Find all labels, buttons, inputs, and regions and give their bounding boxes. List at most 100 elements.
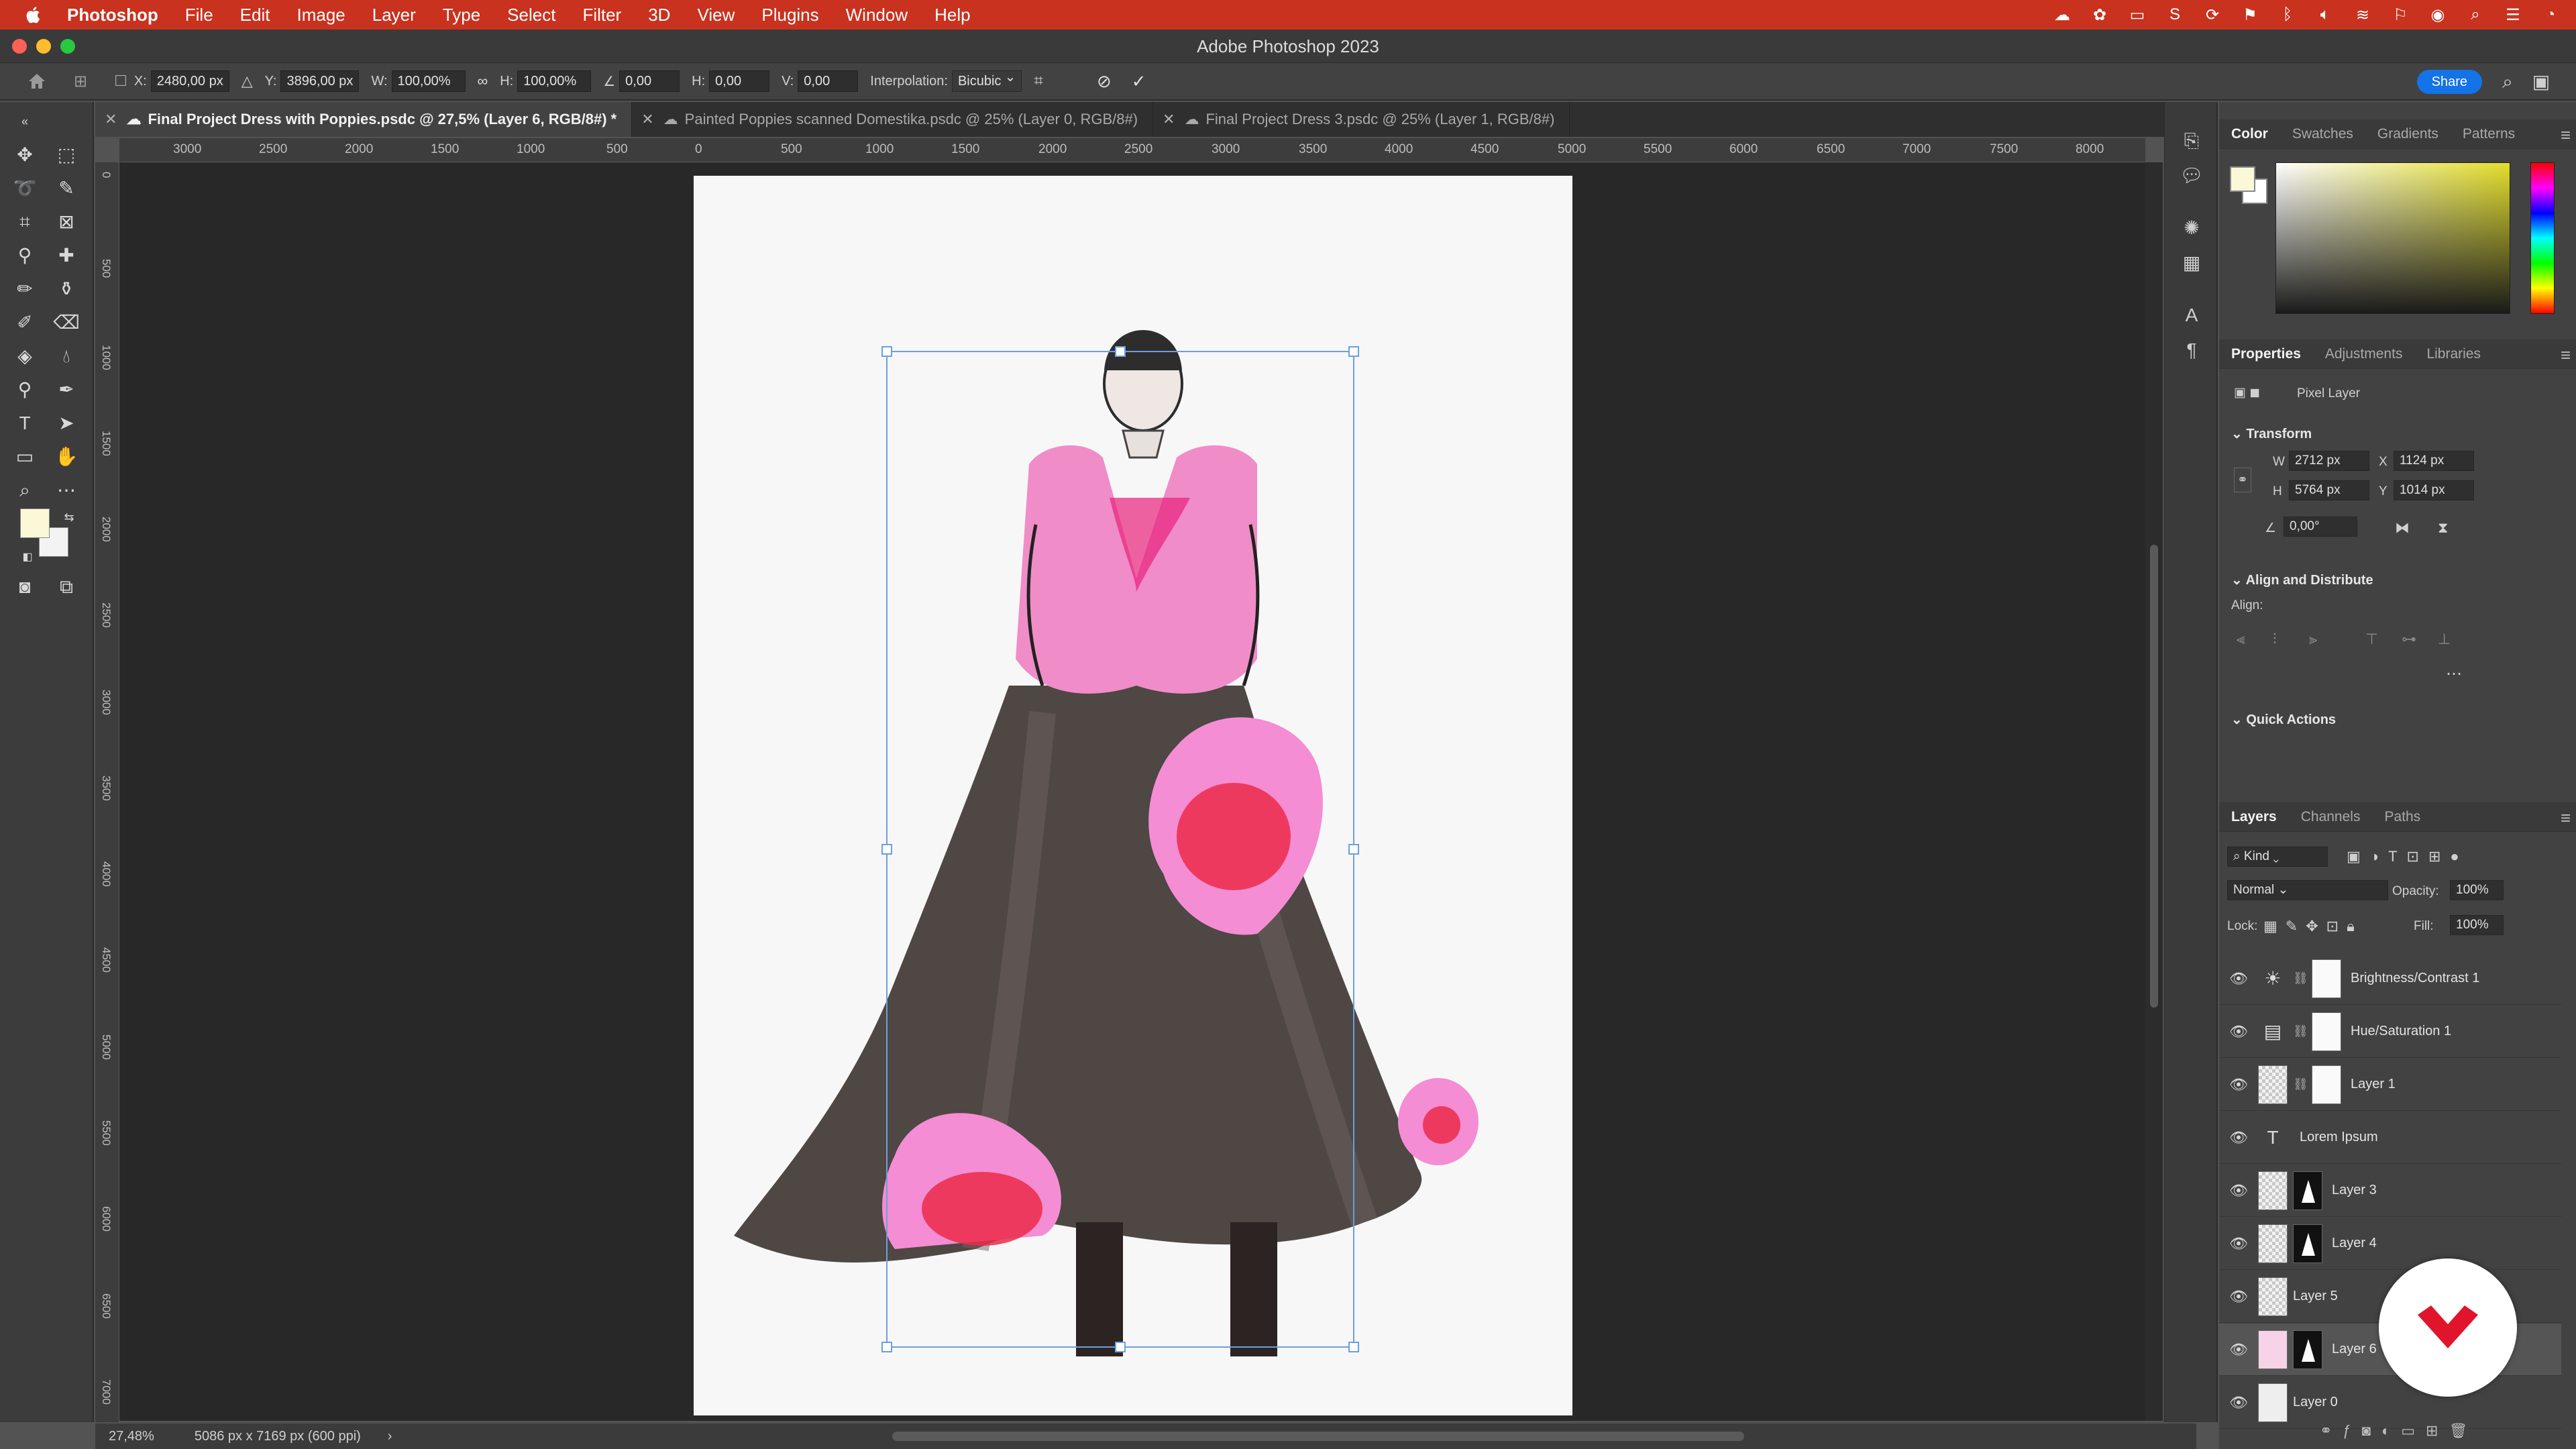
transform-height-field[interactable]: 5764 px [2289, 480, 2369, 500]
vertical-scroll-thumb[interactable] [2150, 545, 2158, 1008]
brush-settings-icon[interactable]: ▦ [2180, 251, 2204, 275]
x-position-field[interactable]: 2480,00 px [150, 70, 229, 92]
horizontal-scrollbar[interactable] [892, 1432, 1744, 1441]
menu-image[interactable]: Image [297, 5, 345, 25]
align-left-icon[interactable]: ⫷ [2237, 631, 2245, 648]
hand-tool-icon[interactable]: ✋ [51, 441, 82, 472]
layer-row-brightness-contrast[interactable]: 👁︎ ☀ ⛓ Brightness/Contrast 1 [2219, 953, 2561, 1005]
history-brush-tool-icon[interactable]: ✐ [9, 307, 40, 338]
quick-mask-icon[interactable]: ◙ [9, 572, 40, 602]
rectangle-tool-icon[interactable]: ▭ [9, 441, 40, 472]
visibility-eye-icon[interactable]: 👁︎ [2219, 1182, 2258, 1199]
panel-menu-icon[interactable]: ≡ [2561, 125, 2571, 146]
visibility-eye-icon[interactable]: 👁︎ [2219, 970, 2258, 987]
clock-icon[interactable]: ◔ [2540, 5, 2561, 25]
zoom-level[interactable]: 27,48% [109, 1429, 154, 1444]
layer-thumbnail[interactable] [2258, 1224, 2288, 1263]
align-center-icon[interactable]: ⫶ [2273, 631, 2277, 648]
delta-icon[interactable]: △ [241, 72, 253, 90]
mask-link-icon[interactable]: ⛓ [2293, 1077, 2308, 1091]
align-middle-icon[interactable]: ⊶ [2402, 631, 2416, 648]
notch-icon[interactable]: ⚑ [2239, 5, 2261, 25]
keyboard-flag-icon[interactable]: ⚐ [2390, 5, 2411, 25]
layer-name[interactable]: Lorem Ipsum [2300, 1130, 2378, 1145]
layer-thumbnail[interactable] [2258, 1277, 2288, 1316]
layer-name[interactable]: Layer 5 [2293, 1289, 2338, 1304]
canvas-area[interactable] [119, 162, 2145, 1421]
tab-final-project-dress-poppies[interactable]: ✕ ☁ Final Project Dress with Poppies.psd… [95, 102, 633, 137]
layer-name[interactable]: Layer 0 [2293, 1395, 2338, 1410]
menu-view[interactable]: View [697, 5, 735, 25]
blur-tool-icon[interactable]: 💧︎ [51, 341, 82, 372]
foreground-color-swatch[interactable] [20, 508, 50, 538]
home-icon[interactable] [0, 62, 74, 100]
document-canvas[interactable] [694, 176, 1572, 1415]
search-icon[interactable]: ⌕ [2497, 71, 2518, 93]
visibility-eye-icon[interactable]: 👁︎ [2219, 1394, 2258, 1411]
visibility-eye-icon[interactable]: 👁︎ [2219, 1288, 2258, 1305]
menu-file[interactable]: File [185, 5, 213, 25]
zoom-tool-icon[interactable]: ⌕ [9, 475, 40, 506]
visibility-eye-icon[interactable]: 👁︎ [2219, 1129, 2258, 1146]
reference-point-icon[interactable]: ⊞ [74, 72, 87, 91]
layer-name[interactable]: Brightness/Contrast 1 [2351, 971, 2479, 986]
mask-link-icon[interactable]: ⛓ [2293, 971, 2308, 985]
cancel-transform-icon[interactable]: ⊘ [1097, 71, 1112, 92]
menu-select[interactable]: Select [507, 5, 555, 25]
transform-width-field[interactable]: 2712 px [2289, 451, 2369, 471]
tab-gradients[interactable]: Gradients [2365, 126, 2451, 142]
layer-name[interactable]: Layer 1 [2351, 1077, 2396, 1092]
align-top-icon[interactable]: ⊤ [2365, 631, 2378, 648]
link-dimensions-icon[interactable]: ⚭ [2234, 468, 2251, 492]
wifi-icon[interactable]: ≋ [2352, 5, 2373, 25]
visibility-eye-icon[interactable]: 👁︎ [2219, 1235, 2258, 1252]
layer-mask-thumbnail[interactable] [2293, 1224, 2322, 1263]
sync-icon[interactable]: ⟳ [2202, 5, 2223, 25]
layer-filter-dropdown[interactable]: ⌕ Kind ⌄ [2227, 847, 2328, 867]
app-menu-photoshop[interactable]: Photoshop [67, 5, 158, 25]
transform-angle-field[interactable]: 0,00° [2284, 517, 2357, 537]
eyedropper-tool-icon[interactable]: ⚲ [9, 240, 40, 271]
opacity-field[interactable]: 100% [2450, 880, 2504, 900]
spotlight-search-icon[interactable]: ⌕ [2465, 5, 2486, 25]
transform-x-field[interactable]: 1124 px [2394, 451, 2474, 471]
actions-icon[interactable]: ✺ [2180, 216, 2204, 240]
status-app-icon[interactable]: ✿ [2089, 5, 2110, 25]
more-options-icon[interactable]: ⋯ [2446, 664, 2462, 684]
tab-channels[interactable]: Channels [2289, 809, 2373, 825]
warp-mode-icon[interactable]: ⌗ [1034, 72, 1043, 91]
screen-mode-icon[interactable]: ⧉ [51, 572, 82, 602]
user-icon[interactable]: ◉ [2427, 5, 2449, 25]
tab-patterns[interactable]: Patterns [2451, 126, 2527, 142]
layer-thumbnail[interactable] [2258, 1330, 2288, 1369]
volume-icon[interactable]: 🔈︎ [2314, 5, 2336, 25]
frame-tool-icon[interactable]: ⊠ [51, 207, 82, 237]
fill-field[interactable]: 100% [2450, 915, 2504, 935]
vertical-scrollbar[interactable] [2145, 162, 2163, 1421]
default-colors-icon[interactable]: ◧ [12, 542, 43, 573]
screen-icon[interactable]: ▭ [2127, 5, 2148, 25]
link-proportions-icon[interactable]: ∞ [478, 72, 488, 90]
height-percent-field[interactable]: 100,00% [517, 70, 592, 92]
blend-mode-dropdown[interactable]: Normal ⌄ [2227, 880, 2388, 900]
type-tool-icon[interactable]: T [9, 408, 40, 439]
vertical-skew-field[interactable]: 0,00 [798, 70, 859, 92]
creative-cloud-icon[interactable]: ☁ [2051, 5, 2073, 25]
align-bottom-icon[interactable]: ⊥ [2438, 631, 2451, 648]
layer-row-layer-1[interactable]: 👁︎ ⛓ Layer 1 [2219, 1059, 2561, 1111]
reference-toggle-icon[interactable]: ☐ [114, 72, 127, 90]
flip-horizontal-icon[interactable]: ⧓ [2395, 519, 2410, 537]
s-app-icon[interactable]: S [2164, 5, 2186, 25]
healing-brush-tool-icon[interactable]: ✚ [51, 240, 82, 271]
tab-swatches[interactable]: Swatches [2280, 126, 2365, 142]
tab-properties[interactable]: Properties [2219, 346, 2313, 362]
apple-menu-icon[interactable] [13, 0, 54, 30]
layer-thumbnail[interactable] [2258, 1383, 2288, 1422]
mask-link-icon[interactable]: ⛓ [2293, 1024, 2308, 1038]
panel-menu-icon[interactable]: ≡ [2561, 345, 2571, 366]
pen-tool-icon[interactable]: ✒ [51, 374, 82, 405]
visibility-eye-icon[interactable]: 👁︎ [2219, 1076, 2258, 1093]
menu-filter[interactable]: Filter [582, 5, 621, 25]
transform-y-field[interactable]: 1014 px [2394, 480, 2474, 500]
menu-plugins[interactable]: Plugins [761, 5, 818, 25]
